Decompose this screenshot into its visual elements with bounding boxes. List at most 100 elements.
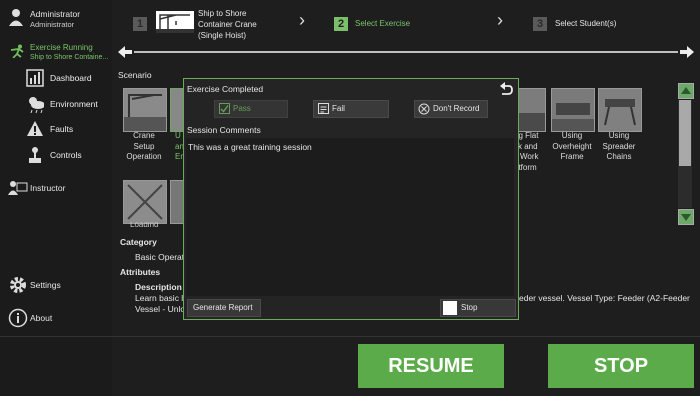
description-heading: Description <box>135 282 182 292</box>
user-name: Administrator <box>30 9 81 19</box>
sidebar-label-about: About <box>30 313 53 323</box>
running-icon <box>10 44 24 58</box>
info-icon <box>8 308 28 328</box>
sidebar-item-settings[interactable]: Settings <box>0 274 112 296</box>
spreader-photo <box>599 89 641 131</box>
description-continued: eder vessel. Vessel Type: Feeder (A2-Fee… <box>519 293 690 303</box>
loading-photo <box>124 181 166 223</box>
sidebar-label-controls: Controls <box>50 150 82 160</box>
thumb-loading[interactable] <box>123 180 167 224</box>
partial-photo <box>171 89 183 131</box>
partial-photo-2 <box>171 181 183 223</box>
step1-line1: Ship to Shore <box>198 9 247 18</box>
dialog-title: Exercise Completed <box>187 84 264 94</box>
thumb-crane-l2: Setup <box>133 141 155 151</box>
sidebar-item-instructor[interactable]: Instructor <box>0 177 112 199</box>
pass-label: Pass <box>233 104 251 113</box>
thumb-spreader[interactable] <box>598 88 642 132</box>
thumb-overheight[interactable] <box>551 88 595 132</box>
pass-button[interactable]: Pass <box>214 100 288 118</box>
description-line1: Learn basic lo <box>135 293 188 303</box>
dont-record-button[interactable]: Don't Record <box>414 100 488 118</box>
scroll-indicator-line <box>134 51 678 53</box>
thumb-crane-setup[interactable] <box>123 88 167 132</box>
cancel-circle-icon <box>418 103 430 115</box>
step2-number[interactable]: 2 <box>334 17 348 31</box>
sidebar-item-about[interactable]: About <box>0 307 112 329</box>
step3-label[interactable]: Select Student(s) <box>555 19 616 28</box>
category-heading: Category <box>120 237 157 247</box>
instructor-icon <box>8 181 28 195</box>
weather-icon <box>29 97 44 113</box>
sidebar-label-faults: Faults <box>50 124 74 134</box>
session-comments-textarea[interactable]: This was a great training session <box>186 138 514 296</box>
undo-icon[interactable] <box>499 82 513 96</box>
thumb-spreader-label: Using Spreader Chains <box>589 131 649 163</box>
wizard-steps: 1 Ship to Shore Container Crane (Single … <box>112 0 700 44</box>
user-role: Administrator <box>30 20 75 29</box>
fail-icon <box>318 103 329 114</box>
sidebar-label-environment: Environment <box>50 99 98 109</box>
thumb-crane-l1: Crane <box>133 131 155 140</box>
category-value: Basic Operati <box>135 252 187 262</box>
fail-button[interactable]: Fail <box>313 100 389 118</box>
pass-icon <box>219 103 230 114</box>
step1-line3: (Single Hoist) <box>198 31 247 40</box>
gear-icon <box>10 277 26 293</box>
thumb-flat-rack-partial[interactable] <box>518 88 546 132</box>
sidebar-item-faults[interactable]: Faults <box>0 118 112 140</box>
stop-square-icon <box>443 301 457 315</box>
thumb-selected-partial[interactable] <box>170 88 184 132</box>
thumb-crane-label: Crane Setup Operation <box>114 131 174 163</box>
crane-icon <box>156 11 194 33</box>
overheight-photo <box>552 89 594 131</box>
attributes-heading: Attributes <box>120 267 161 277</box>
arrow-left-icon[interactable] <box>118 46 132 58</box>
step2-label[interactable]: Select Exercise <box>355 19 410 28</box>
warning-icon <box>27 121 43 136</box>
dont-record-label: Don't Record <box>433 104 480 113</box>
dialog-stop-button[interactable]: Stop <box>440 299 516 317</box>
thumb-spreader-l3: Chains <box>606 152 632 161</box>
scrollbar-thumb[interactable] <box>679 100 691 166</box>
description-line2: Vessel - Unloa <box>135 304 190 314</box>
scenario-label: Scenario <box>118 70 152 80</box>
sidebar-label-instructor: Instructor <box>30 183 66 193</box>
scroll-down-icon <box>681 214 691 221</box>
step-chevron-2: › <box>497 10 503 30</box>
scroll-up-button[interactable] <box>678 83 694 99</box>
crane-photo <box>124 89 166 131</box>
generate-report-button[interactable]: Generate Report <box>187 299 261 317</box>
generate-report-label: Generate Report <box>193 303 253 312</box>
thumb-spreader-l2: Spreader <box>602 141 636 151</box>
sidebar-item-controls[interactable]: Controls <box>0 144 112 166</box>
dialog-stop-label: Stop <box>461 303 478 312</box>
flat-rack-photo <box>519 89 545 131</box>
arrow-right-icon[interactable] <box>680 46 694 58</box>
step1-number: 1 <box>133 17 147 31</box>
footer-divider <box>0 336 700 337</box>
step-chevron-1: › <box>299 10 305 30</box>
user-icon <box>9 9 23 26</box>
stop-button[interactable]: STOP <box>548 344 694 388</box>
resume-button[interactable]: RESUME <box>358 344 504 388</box>
status-label: Exercise Running <box>30 43 93 52</box>
joystick-icon <box>29 147 41 163</box>
sidebar-label-dashboard: Dashboard <box>50 73 92 83</box>
status-detail: Ship to Shore Containe... <box>30 54 109 61</box>
thumb-spreader-l1: Using <box>608 131 630 140</box>
sidebar-label-settings: Settings <box>30 280 61 290</box>
session-comments-label: Session Comments <box>187 125 261 135</box>
sidebar-item-environment[interactable]: Environment <box>0 93 112 115</box>
thumb-loading-label: Loading <box>130 222 159 227</box>
scroll-down-button[interactable] <box>678 209 694 225</box>
sidebar-item-dashboard[interactable]: Dashboard <box>0 67 112 89</box>
bar-chart-icon <box>26 69 44 87</box>
scroll-up-icon <box>681 87 691 94</box>
thumb-second-row-partial[interactable] <box>170 180 184 224</box>
session-comments-text: This was a great training session <box>188 142 312 152</box>
fail-label: Fail <box>332 104 345 113</box>
thumb-crane-l3: Operation <box>126 152 162 161</box>
step1-line2: Container Crane <box>198 20 257 29</box>
step3-number[interactable]: 3 <box>533 17 547 31</box>
